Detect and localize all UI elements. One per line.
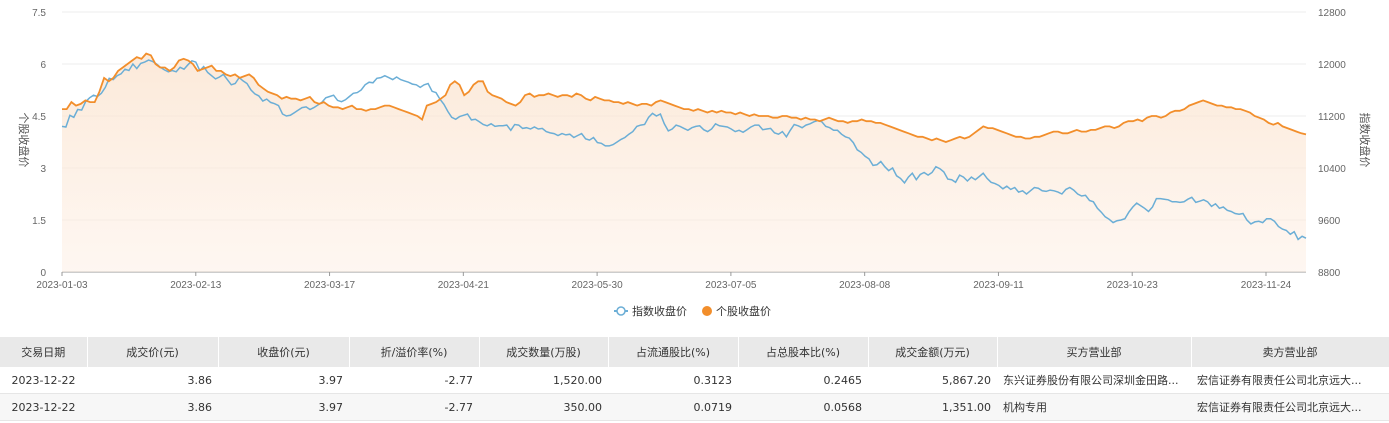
x-tick-label: 2023-07-05 <box>705 280 757 291</box>
legend-label-stock: 个股收盘价 <box>716 304 771 318</box>
cell-date: 2023-12-22 <box>0 367 87 394</box>
col-header-volume[interactable]: 成交数量(万股) <box>479 337 609 367</box>
y-left-tick-label: 6 <box>40 60 46 71</box>
y-left-tick-label: 4.5 <box>32 112 46 123</box>
cell-buyer[interactable]: 机构专用 <box>997 393 1191 421</box>
table-row[interactable]: 2023-12-22 3.86 3.97 -2.77 350.00 0.0719… <box>0 393 1389 421</box>
y-right-tick-label: 12000 <box>1318 60 1346 71</box>
y-left-tick-label: 0 <box>40 268 46 279</box>
y-axis-right-label: 指数收盘价 <box>1358 113 1372 168</box>
x-tick-label: 2023-02-13 <box>170 280 222 291</box>
y-right-tick-label: 12800 <box>1318 8 1346 19</box>
col-header-amount[interactable]: 成交金额(万元) <box>868 337 998 367</box>
cell-total-ratio: 0.0568 <box>738 393 868 421</box>
cell-total-ratio: 0.2465 <box>738 367 868 394</box>
col-header-premium[interactable]: 折/溢价率(%) <box>349 337 480 367</box>
x-tick-label: 2023-08-08 <box>839 280 891 291</box>
x-axis: 2023-01-03 2023-02-13 2023-03-17 2023-04-21… <box>36 272 1292 291</box>
y-left-tick-label: 3 <box>40 164 46 175</box>
legend: 指数收盘价 个股收盘价 <box>614 304 771 318</box>
legend-marker-stock <box>702 306 712 316</box>
cell-buyer[interactable]: 东兴证券股份有限公司深圳金田路... <box>997 367 1191 394</box>
col-header-price[interactable]: 成交价(元) <box>87 337 219 367</box>
cell-amount: 5,867.20 <box>868 367 997 394</box>
chart: 7.5 6 4.5 3 1.5 0 12800 12000 11200 10400 9600 880… <box>17 8 1372 318</box>
legend-label-index: 指数收盘价 <box>632 304 687 318</box>
cell-close: 3.97 <box>218 367 349 394</box>
col-header-float-ratio[interactable]: 占流通股比(%) <box>608 337 739 367</box>
y-left-tick-label: 1.5 <box>32 216 46 227</box>
x-tick-label: 2023-01-03 <box>36 280 88 291</box>
y-left-tick-label: 7.5 <box>32 8 46 19</box>
x-tick-label: 2023-10-23 <box>1107 280 1159 291</box>
col-header-close[interactable]: 收盘价(元) <box>218 337 350 367</box>
cell-close: 3.97 <box>218 393 349 421</box>
cell-date: 2023-12-22 <box>0 393 87 421</box>
cell-volume: 350.00 <box>479 393 608 421</box>
table-header-row: 交易日期 成交价(元) 收盘价(元) 折/溢价率(%) 成交数量(万股) 占流通… <box>0 337 1389 367</box>
col-header-buyer[interactable]: 买方营业部 <box>997 337 1192 367</box>
y-right-tick-label: 8800 <box>1318 268 1341 279</box>
cell-float-ratio: 0.3123 <box>608 367 738 394</box>
y-right-tick-label: 11200 <box>1318 112 1346 123</box>
y-right-tick-label: 10400 <box>1318 164 1346 175</box>
col-header-total-ratio[interactable]: 占总股本比(%) <box>738 337 869 367</box>
col-header-date[interactable]: 交易日期 <box>0 337 88 367</box>
block-trade-table: 交易日期 成交价(元) 收盘价(元) 折/溢价率(%) 成交数量(万股) 占流通… <box>0 337 1389 421</box>
legend-item-index[interactable]: 指数收盘价 <box>614 304 687 318</box>
cell-seller[interactable]: 宏信证券有限责任公司北京远大... <box>1191 367 1389 394</box>
table-row[interactable]: 2023-12-22 3.86 3.97 -2.77 1,520.00 0.31… <box>0 367 1389 394</box>
legend-marker-index <box>616 306 626 316</box>
cell-amount: 1,351.00 <box>868 393 997 421</box>
cell-seller[interactable]: 宏信证券有限责任公司北京远大... <box>1191 393 1389 421</box>
legend-item-stock[interactable]: 个股收盘价 <box>702 304 771 318</box>
y-right-tick-label: 9600 <box>1318 216 1341 227</box>
y-axis-left-label: 个股收盘价 <box>17 113 31 168</box>
x-tick-label: 2023-09-11 <box>973 280 1024 291</box>
y-axis-right: 12800 12000 11200 10400 9600 8800 <box>1318 8 1346 279</box>
cell-float-ratio: 0.0719 <box>608 393 738 421</box>
x-tick-label: 2023-03-17 <box>304 280 356 291</box>
col-header-seller[interactable]: 卖方营业部 <box>1191 337 1389 367</box>
x-tick-label: 2023-05-30 <box>572 280 624 291</box>
x-tick-label: 2023-11-24 <box>1241 280 1292 291</box>
y-axis-left: 7.5 6 4.5 3 1.5 0 <box>32 8 46 279</box>
cell-volume: 1,520.00 <box>479 367 608 394</box>
cell-price: 3.86 <box>87 393 218 421</box>
x-tick-label: 2023-04-21 <box>438 280 490 291</box>
cell-premium: -2.77 <box>349 367 479 394</box>
cell-premium: -2.77 <box>349 393 479 421</box>
cell-price: 3.86 <box>87 367 218 394</box>
